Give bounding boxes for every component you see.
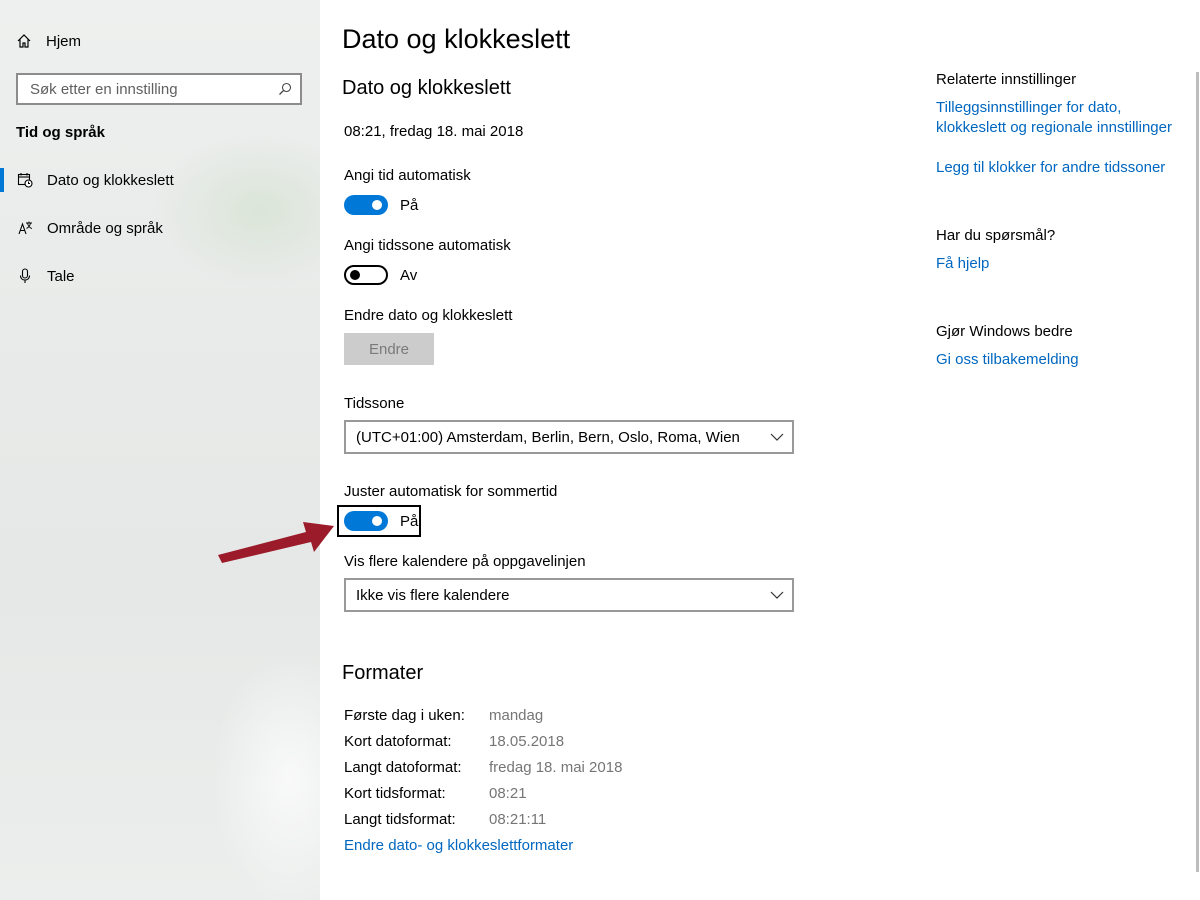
auto-time-toggle[interactable] bbox=[344, 195, 388, 215]
chevron-down-icon bbox=[770, 433, 784, 441]
timezone-dropdown[interactable]: (UTC+01:00) Amsterdam, Berlin, Bern, Osl… bbox=[344, 420, 794, 454]
toggle-knob bbox=[350, 270, 360, 280]
format-value: 08:21:11 bbox=[489, 811, 547, 828]
auto-time-row: På bbox=[344, 194, 418, 216]
sidebar-item-region-language[interactable]: Område og språk bbox=[0, 216, 320, 240]
toggle-knob bbox=[372, 200, 382, 210]
feedback-link[interactable]: Gi oss tilbakemelding bbox=[936, 350, 1079, 370]
timezone-value: (UTC+01:00) Amsterdam, Berlin, Bern, Osl… bbox=[356, 428, 740, 446]
calendar-clock-icon bbox=[17, 172, 33, 188]
format-key: Langt datoformat: bbox=[344, 759, 462, 776]
format-value: 18.05.2018 bbox=[489, 733, 565, 750]
format-key: Kort tidsformat: bbox=[344, 785, 446, 802]
related-settings-title: Relaterte innstillinger bbox=[936, 71, 1077, 88]
improve-windows-title: Gjør Windows bedre bbox=[936, 323, 1073, 340]
scrollbar[interactable] bbox=[1196, 72, 1199, 872]
change-formats-link[interactable]: Endre dato- og klokkeslettformater bbox=[344, 837, 573, 854]
sidebar-item-label: Område og språk bbox=[47, 219, 163, 237]
annotation-arrow-icon bbox=[218, 522, 334, 563]
get-help-link[interactable]: Få hjelp bbox=[936, 254, 989, 274]
auto-time-state: På bbox=[400, 196, 419, 214]
questions-title: Har du spørsmål? bbox=[936, 227, 1056, 244]
search-icon[interactable] bbox=[278, 82, 292, 96]
search-input[interactable] bbox=[28, 79, 272, 99]
format-value: mandag bbox=[489, 707, 544, 724]
format-key: Kort datoformat: bbox=[344, 733, 452, 750]
dst-row: På bbox=[344, 510, 418, 532]
current-datetime: 08:21, fredag 18. mai 2018 bbox=[344, 123, 524, 140]
format-value: 08:21 bbox=[489, 785, 527, 802]
link-line: Tilleggsinnstillinger for dato, bbox=[936, 99, 1122, 116]
toggle-knob bbox=[372, 516, 382, 526]
auto-time-label: Angi tid automatisk bbox=[344, 167, 471, 184]
sidebar: Hjem Tid og språk Dato og klokkeslett bbox=[0, 0, 320, 900]
background-blur bbox=[210, 650, 320, 900]
sidebar-item-date-time[interactable]: Dato og klokkeslett bbox=[0, 168, 320, 192]
auto-timezone-row: Av bbox=[344, 264, 417, 286]
format-key: Første dag i uken: bbox=[344, 707, 465, 724]
auto-timezone-label: Angi tidssone automatisk bbox=[344, 237, 511, 254]
format-key: Langt tidsformat: bbox=[344, 811, 456, 828]
sidebar-item-label: Tale bbox=[47, 267, 75, 285]
sidebar-item-speech[interactable]: Tale bbox=[0, 264, 320, 288]
dst-toggle[interactable] bbox=[344, 511, 388, 531]
dst-label: Juster automatisk for sommertid bbox=[344, 483, 558, 500]
home-nav-item[interactable]: Hjem bbox=[16, 30, 81, 52]
active-indicator bbox=[0, 168, 4, 192]
formats-heading: Formater bbox=[342, 662, 424, 684]
change-button[interactable]: Endre bbox=[344, 333, 434, 365]
sidebar-section-title: Tid og språk bbox=[16, 124, 105, 141]
language-icon bbox=[17, 220, 33, 236]
calendars-dropdown[interactable]: Ikke vis flere kalendere bbox=[344, 578, 794, 612]
microphone-icon bbox=[17, 268, 33, 284]
section-heading: Dato og klokkeslett bbox=[342, 77, 511, 99]
chevron-down-icon bbox=[770, 591, 784, 599]
additional-settings-link[interactable]: Tilleggsinnstillinger for dato, klokkesl… bbox=[936, 98, 1172, 138]
sidebar-item-label: Dato og klokkeslett bbox=[47, 171, 174, 189]
add-clocks-link[interactable]: Legg til klokker for andre tidssoner bbox=[936, 158, 1165, 178]
dst-state: På bbox=[400, 512, 419, 530]
auto-timezone-state: Av bbox=[400, 266, 418, 284]
format-value: fredag 18. mai 2018 bbox=[489, 759, 623, 776]
link-line: klokkeslett og regionale innstillinger bbox=[936, 119, 1172, 136]
calendars-label: Vis flere kalendere på oppgavelinjen bbox=[344, 553, 586, 570]
change-datetime-label: Endre dato og klokkeslett bbox=[344, 307, 513, 324]
page-title: Dato og klokkeslett bbox=[342, 24, 571, 54]
search-box[interactable] bbox=[16, 73, 302, 105]
home-icon bbox=[17, 34, 31, 48]
auto-timezone-toggle[interactable] bbox=[344, 265, 388, 285]
timezone-label: Tidssone bbox=[344, 395, 405, 412]
home-label: Hjem bbox=[46, 32, 82, 50]
calendars-value: Ikke vis flere kalendere bbox=[356, 586, 510, 604]
